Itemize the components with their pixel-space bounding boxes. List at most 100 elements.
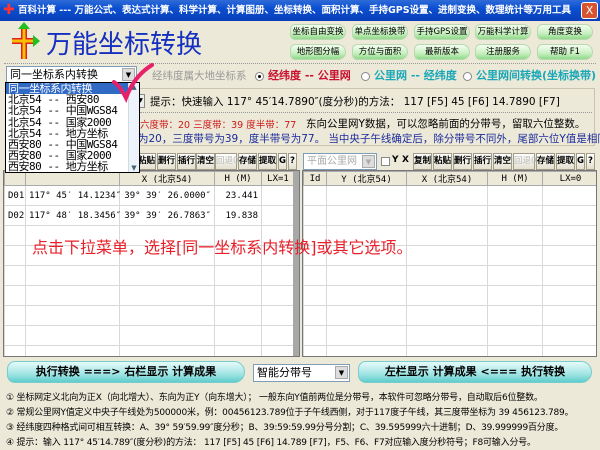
- zone-explanation: 为20，三度带号为39，度半带号为77。 当中央子午线确定后，除分带号不同外，尾…: [138, 133, 600, 145]
- app-icon: ✚: [3, 2, 15, 18]
- nav-button-scientific-calc[interactable]: 万能科学计算: [475, 24, 531, 40]
- insert-row-button[interactable]: 插行: [177, 153, 196, 170]
- left-data-grid[interactable]: X (北京54) H (M) LX=1 D01 117° 45′ 14.1234…: [3, 170, 300, 357]
- radio-checked-icon[interactable]: [255, 71, 264, 81]
- radio-unchecked-icon[interactable]: [463, 71, 472, 81]
- hint-quick-input: 提示：快速输入 117° 45′14.7890″(度分秒)的方法： 117 [F…: [150, 96, 560, 108]
- save-button[interactable]: 存储: [536, 153, 555, 170]
- table-row[interactable]: [303, 265, 596, 286]
- note-2: ② 常规公里网Y值定义中央子午线处为500000米，例：00456123.789…: [6, 408, 574, 418]
- copy-button[interactable]: 复制: [413, 153, 432, 170]
- column-header[interactable]: [25, 171, 120, 186]
- table-row[interactable]: [303, 205, 596, 226]
- column-header[interactable]: X (北京54): [406, 171, 488, 186]
- scroll-down-icon[interactable]: ▼: [129, 164, 139, 172]
- cell-id[interactable]: D01: [4, 185, 26, 206]
- radio-zone-transform[interactable]: 公里网间转换(坐标换带): [463, 67, 596, 83]
- table-row[interactable]: [4, 285, 295, 306]
- nav-button-azimuth-area[interactable]: 方位与面积: [352, 44, 408, 60]
- table-row[interactable]: [303, 325, 596, 346]
- g-button[interactable]: G: [278, 153, 287, 170]
- convert-to-right-button[interactable]: 执行转换 ===> 右栏显示 计算成果: [7, 361, 245, 383]
- table-row[interactable]: [303, 345, 596, 356]
- table-row[interactable]: D02 117° 48′ 18.3456″ 39° 39′ 26.7863″ 1…: [4, 205, 295, 226]
- column-header[interactable]: H (M): [487, 171, 543, 186]
- cell-latitude[interactable]: 39° 39′ 26.7863″: [119, 205, 215, 226]
- right-data-grid[interactable]: Id Y (北京54) X (北京54) H (M) LX=0: [302, 170, 597, 357]
- convert-to-left-button[interactable]: 左栏显示 计算成果 <=== 执行转换: [358, 361, 592, 383]
- cell-height[interactable]: 23.441: [214, 185, 262, 206]
- g-button[interactable]: G: [576, 153, 585, 170]
- app-title: 万能坐标转换: [46, 30, 203, 60]
- nav-button-latest-version[interactable]: 最新版本: [414, 44, 470, 60]
- delete-row-button[interactable]: 删行: [453, 153, 472, 170]
- nav-button-gps-settings[interactable]: 手持GPS设置: [414, 24, 470, 40]
- radio-label: 公里网间转换(坐标换带): [476, 69, 597, 82]
- table-row[interactable]: D01 117° 45′ 14.1234″ 39° 39′ 26.0000″ 2…: [4, 185, 295, 206]
- swap-xy-checkbox[interactable]: [381, 157, 390, 166]
- help-button[interactable]: ?: [586, 153, 595, 170]
- extract-button[interactable]: 提取: [556, 153, 575, 170]
- chevron-down-icon[interactable]: ▼: [335, 366, 348, 379]
- cell-longitude[interactable]: 117° 48′ 18.3456″: [25, 205, 121, 226]
- delete-row-button[interactable]: 删行: [157, 153, 176, 170]
- save-button[interactable]: 存储: [238, 153, 257, 170]
- nav-button-register[interactable]: 注册服务: [475, 44, 531, 60]
- nav-button-help[interactable]: 帮助 F1: [537, 44, 593, 60]
- zone-number-value: 智能分带号: [257, 366, 312, 379]
- zone-note: 东向公里网Y数据，可以忽略前面的分带号，留取六位整数。: [306, 118, 586, 130]
- title-bar: ✚ 百科计算 --- 万能公式、表达式计算、科学计算、计算图册、坐标转换、面积计…: [0, 0, 600, 21]
- zone-number-select[interactable]: 智能分带号 ▼: [253, 364, 350, 382]
- zone-numbers: 六度带：20 三度带：39 度半带：77: [140, 120, 297, 131]
- radio-latlon-to-grid[interactable]: 经纬度 -- 公里网: [255, 67, 351, 83]
- nav-button-single-point[interactable]: 单点坐标换带: [352, 24, 408, 40]
- checkmark-annotation-icon: [112, 63, 154, 104]
- table-row[interactable]: [303, 305, 596, 326]
- insert-row-button[interactable]: 插行: [473, 153, 492, 170]
- column-header[interactable]: Id: [303, 171, 327, 186]
- table-row[interactable]: [303, 185, 596, 206]
- grid-type-value: 平面公里网: [307, 156, 357, 167]
- extract-button[interactable]: 提取: [258, 153, 277, 170]
- app-logo-icon: [12, 22, 40, 59]
- note-3: ③ 经纬度四种格式间可相互转换：A、39° 59′59.99″度分秒；B、39:…: [6, 423, 564, 433]
- table-row[interactable]: [4, 325, 295, 346]
- grid-type-select[interactable]: 平面公里网 ▼: [303, 153, 377, 170]
- note-4: ④ 提示：输入 117° 45′14.789″(度分秒)的方法： 117 [F5…: [6, 438, 536, 448]
- cell-longitude[interactable]: 117° 45′ 14.1234″: [25, 185, 121, 206]
- column-header[interactable]: [4, 171, 26, 186]
- close-button[interactable]: X: [581, 2, 598, 19]
- table-row[interactable]: [303, 285, 596, 306]
- clear-button[interactable]: 清空: [196, 153, 215, 170]
- cell-lx[interactable]: [261, 205, 295, 226]
- dropdown-option[interactable]: 北京54 -- 中国WGS84: [6, 105, 139, 116]
- cell-id[interactable]: D02: [4, 205, 26, 226]
- column-header[interactable]: X (北京54): [119, 171, 215, 186]
- column-header[interactable]: LX=1: [261, 171, 295, 186]
- column-header[interactable]: H (M): [214, 171, 262, 186]
- nav-button-map-sheet[interactable]: 地形图分幅: [290, 44, 346, 60]
- paste-button[interactable]: 粘贴: [433, 153, 452, 170]
- divider: [4, 63, 596, 64]
- nav-button-free-transform[interactable]: 坐标自由变换: [290, 24, 346, 40]
- column-header[interactable]: LX=0: [542, 171, 596, 186]
- table-row[interactable]: [4, 345, 295, 356]
- column-header[interactable]: Y (北京54): [326, 171, 407, 186]
- cell-latitude[interactable]: 39° 39′ 26.0000″: [119, 185, 215, 206]
- help-button[interactable]: ?: [288, 153, 297, 170]
- table-row[interactable]: [4, 305, 295, 326]
- clear-button[interactable]: 清空: [493, 153, 512, 170]
- table-header-row: Id Y (北京54) X (北京54) H (M) LX=0: [303, 171, 596, 186]
- radio-grid-to-latlon[interactable]: 公里网 -- 经纬度: [361, 67, 457, 83]
- scrollbar[interactable]: [293, 171, 299, 356]
- undo-button[interactable]: 回退0: [215, 153, 238, 170]
- undo-button[interactable]: 回退0: [513, 153, 536, 170]
- cell-lx[interactable]: [261, 185, 295, 206]
- table-row[interactable]: [4, 265, 295, 286]
- geodetic-note: 经纬度属大地坐标系: [152, 70, 247, 82]
- radio-unchecked-icon[interactable]: [361, 71, 370, 81]
- dropdown-option[interactable]: 西安80 -- 地方坐标: [6, 161, 139, 172]
- chevron-down-icon[interactable]: ▼: [362, 155, 375, 168]
- cell-height[interactable]: 19.838: [214, 205, 262, 226]
- nav-button-angle-transform[interactable]: 角度变换: [537, 24, 593, 40]
